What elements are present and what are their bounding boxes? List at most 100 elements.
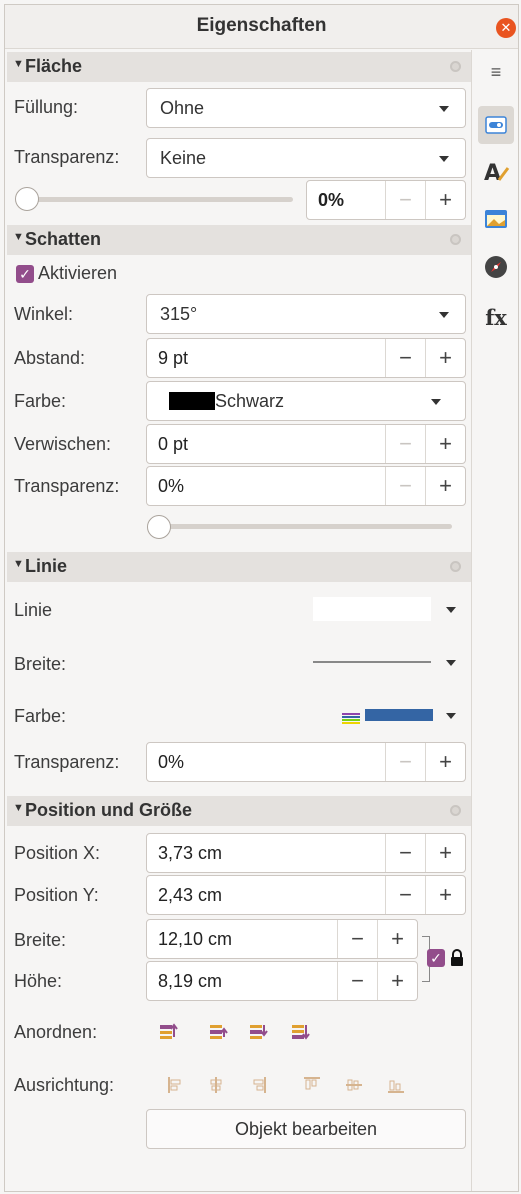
line-color-swatch[interactable]: [365, 709, 433, 721]
fill-transparency-slider-knob[interactable]: [15, 187, 39, 211]
send-backward-icon[interactable]: [248, 1022, 268, 1042]
arrange-label: Anordnen:: [14, 1022, 98, 1042]
increment-button[interactable]: +: [377, 962, 417, 1000]
bring-forward-icon[interactable]: [208, 1022, 228, 1042]
tab-properties[interactable]: [478, 106, 514, 144]
height-value: 8,19 cm: [158, 971, 223, 991]
line-transparency-spinbox[interactable]: 0% − +: [146, 742, 466, 782]
decrement-button[interactable]: −: [385, 876, 425, 914]
line-width-label: Breite:: [14, 654, 67, 674]
align-label: Ausrichtung:: [14, 1075, 115, 1095]
more-options-icon[interactable]: [450, 561, 461, 572]
shadow-enable-label: Aktivieren: [38, 263, 118, 283]
decrement-button[interactable]: −: [385, 425, 425, 463]
keep-ratio-checkbox[interactable]: ✓: [427, 949, 445, 967]
tab-gallery[interactable]: [480, 206, 512, 238]
distance-spinbox[interactable]: 9 pt − +: [146, 338, 466, 378]
hamburger-menu-icon[interactable]: ≡: [480, 56, 512, 88]
shadow-enable-checkbox[interactable]: ✓: [16, 265, 34, 283]
angle-value: 315°: [160, 304, 198, 324]
shadow-color-dropdown[interactable]: Schwarz: [146, 381, 466, 421]
increment-button[interactable]: +: [425, 339, 465, 377]
align-right-icon[interactable]: [248, 1075, 268, 1095]
position-x-value: 3,73 cm: [158, 843, 223, 863]
title-bar: Eigenschaften ✕: [5, 5, 518, 49]
decrement-button[interactable]: −: [385, 339, 425, 377]
color-swatch: [169, 392, 215, 410]
navigator-icon: [485, 256, 507, 278]
decrement-button[interactable]: −: [385, 467, 425, 505]
close-icon[interactable]: ✕: [496, 18, 516, 38]
section-title: Linie: [25, 556, 68, 576]
fill-dropdown[interactable]: Ohne: [146, 88, 466, 128]
transparency-label: Transparenz:: [14, 147, 120, 167]
shadow-transparency-slider-track[interactable]: [155, 524, 452, 529]
distance-value: 9 pt: [158, 348, 189, 368]
edit-object-button[interactable]: Objekt bearbeiten: [146, 1109, 466, 1149]
chevron-down-icon: [431, 399, 441, 405]
bring-to-front-icon[interactable]: [158, 1022, 178, 1042]
tab-styles[interactable]: A: [480, 158, 512, 190]
align-center-icon[interactable]: [206, 1075, 226, 1095]
chevron-down-icon[interactable]: [446, 660, 456, 666]
sidebar-tabs: ≡ A fx: [471, 50, 518, 1191]
section-title: Position und Größe: [25, 800, 192, 820]
section-header-flaeche[interactable]: ▼ Fläche: [7, 52, 471, 82]
decrement-button[interactable]: −: [385, 834, 425, 872]
align-left-icon[interactable]: [166, 1075, 186, 1095]
line-style-preview[interactable]: [313, 597, 431, 621]
increment-button[interactable]: +: [425, 743, 465, 781]
section-title: Schatten: [25, 229, 102, 249]
shadow-color-label: Farbe:: [14, 391, 67, 411]
decrement-button[interactable]: −: [385, 743, 425, 781]
tab-navigator[interactable]: [480, 254, 512, 286]
decrement-button[interactable]: −: [337, 962, 377, 1000]
section-header-position[interactable]: ▼ Position und Größe: [7, 796, 471, 826]
shadow-transparency-spinbox[interactable]: 0% − +: [146, 466, 466, 506]
more-options-icon[interactable]: [450, 61, 461, 72]
chevron-down-icon[interactable]: [446, 713, 456, 719]
line-transparency-label: Transparenz:: [14, 752, 120, 772]
blur-spinbox[interactable]: 0 pt − +: [146, 424, 466, 464]
increment-button[interactable]: +: [425, 834, 465, 872]
send-to-back-icon[interactable]: [290, 1022, 310, 1042]
shadow-transparency-slider-knob[interactable]: [147, 515, 171, 539]
decrement-button[interactable]: −: [385, 181, 425, 219]
line-color-label: Farbe:: [14, 706, 67, 726]
height-spinbox[interactable]: 8,19 cm − +: [146, 961, 418, 1001]
line-width-preview[interactable]: [313, 661, 431, 663]
properties-content: ▼ Fläche Füllung: Ohne Transparenz: Kein…: [5, 50, 471, 1191]
section-header-linie[interactable]: ▼ Linie: [7, 552, 471, 582]
section-header-schatten[interactable]: ▼ Schatten: [7, 225, 471, 255]
angle-dropdown[interactable]: 315°: [146, 294, 466, 334]
function-fx-icon[interactable]: fx: [480, 302, 512, 334]
increment-button[interactable]: +: [377, 920, 417, 958]
shadow-transparency-label: Transparenz:: [14, 476, 120, 496]
increment-button[interactable]: +: [425, 876, 465, 914]
decrement-button[interactable]: −: [337, 920, 377, 958]
increment-button[interactable]: +: [425, 467, 465, 505]
properties-icon: [485, 116, 507, 134]
width-label: Breite:: [14, 930, 67, 950]
width-spinbox[interactable]: 12,10 cm − +: [146, 919, 418, 959]
transparency-dropdown[interactable]: Keine: [146, 138, 466, 178]
align-top-icon[interactable]: [302, 1075, 322, 1095]
position-x-spinbox[interactable]: 3,73 cm − +: [146, 833, 466, 873]
position-y-spinbox[interactable]: 2,43 cm − +: [146, 875, 466, 915]
chevron-down-icon[interactable]: [446, 607, 456, 613]
align-bottom-icon[interactable]: [386, 1075, 406, 1095]
distance-label: Abstand:: [14, 348, 86, 368]
increment-button[interactable]: +: [425, 181, 465, 219]
blur-label: Verwischen:: [14, 434, 112, 454]
gallery-icon: [485, 210, 507, 228]
align-middle-icon[interactable]: [344, 1075, 364, 1095]
more-options-icon[interactable]: [450, 805, 461, 816]
fill-transparency-slider-track[interactable]: [23, 197, 293, 202]
collapse-triangle-icon: ▼: [13, 58, 24, 70]
collapse-triangle-icon: ▼: [13, 558, 24, 570]
more-options-icon[interactable]: [450, 234, 461, 245]
fill-transparency-spinbox[interactable]: 0% − +: [306, 180, 466, 220]
increment-button[interactable]: +: [425, 425, 465, 463]
color-picker-icon[interactable]: [342, 707, 362, 727]
shadow-color-value: Schwarz: [215, 391, 285, 411]
